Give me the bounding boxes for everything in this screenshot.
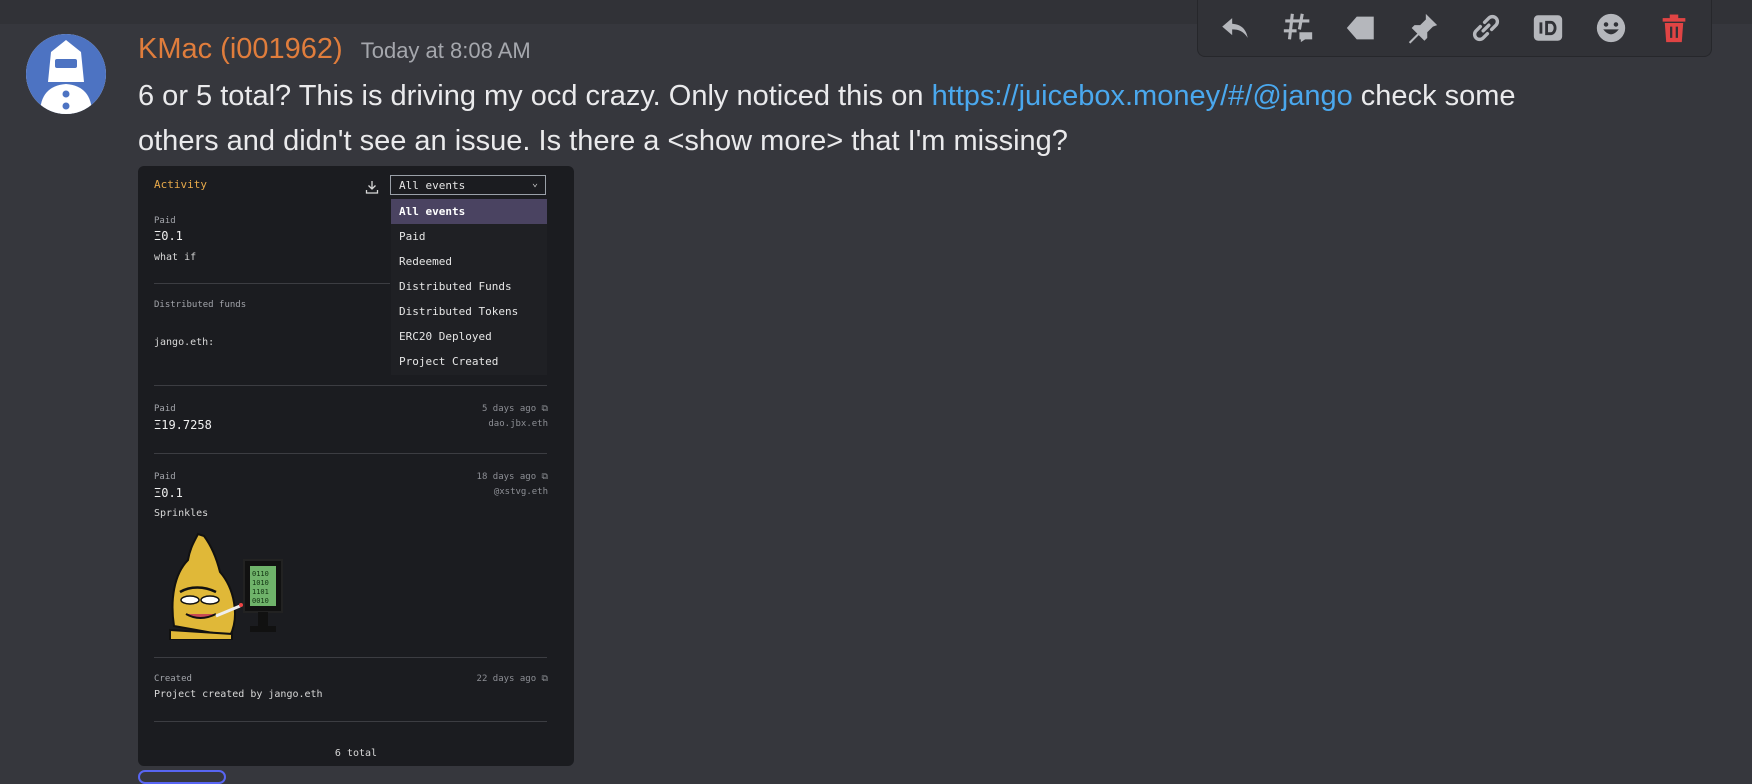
svg-text:1010: 1010 bbox=[252, 579, 269, 587]
message-text-start: 6 or 5 total? This is driving my ocd cra… bbox=[138, 80, 932, 112]
entry-author: dao.jbx.eth bbox=[488, 419, 548, 429]
dropdown-option: Distributed Tokens bbox=[399, 305, 519, 318]
username[interactable]: KMac (i001962) bbox=[138, 33, 343, 66]
event-filter-dropdown: All events Paid Redeemed Distributed Fun… bbox=[391, 199, 547, 375]
copy-id-icon[interactable] bbox=[1526, 6, 1570, 50]
divider bbox=[154, 721, 547, 722]
divider bbox=[154, 283, 390, 284]
entry-label: Paid bbox=[154, 404, 176, 414]
reply-icon[interactable] bbox=[1213, 6, 1257, 50]
copy-link-icon[interactable] bbox=[1464, 6, 1508, 50]
dropdown-option: ERC20 Deployed bbox=[399, 330, 492, 343]
divider bbox=[154, 657, 547, 658]
message-action-toolbar bbox=[1197, 0, 1712, 57]
event-filter-select: All events ⌄ bbox=[390, 175, 546, 195]
total-count: 6 total bbox=[334, 748, 378, 759]
banana-sticker-image: 0110 1010 1101 0010 bbox=[160, 530, 290, 641]
tag-icon[interactable] bbox=[1339, 6, 1383, 50]
delete-icon[interactable] bbox=[1652, 6, 1696, 50]
dropdown-option: Distributed Funds bbox=[399, 280, 512, 293]
dropdown-option: Redeemed bbox=[399, 255, 452, 268]
create-thread-icon[interactable] bbox=[1276, 6, 1320, 50]
entry-time: 5 days ago ⧉ bbox=[481, 404, 548, 414]
entry-label: Paid bbox=[154, 472, 176, 482]
entry-label: Paid bbox=[154, 216, 176, 226]
divider bbox=[154, 385, 547, 386]
entry-author: @xstvg.eth bbox=[493, 487, 548, 497]
entry-label: Created bbox=[154, 674, 192, 684]
dropdown-option: All events bbox=[391, 199, 547, 224]
attached-image[interactable]: Activity All events ⌄ All events Paid Re… bbox=[138, 166, 574, 766]
message-content: 6 or 5 total? This is driving my ocd cra… bbox=[138, 74, 1598, 164]
select-value: All events bbox=[399, 179, 466, 192]
dropdown-option: Project Created bbox=[399, 355, 499, 368]
divider bbox=[154, 453, 547, 454]
entry-note: Sprinkles bbox=[154, 508, 209, 519]
entry-note: Project created by jango.eth bbox=[154, 689, 323, 700]
add-reaction-icon[interactable] bbox=[1589, 6, 1633, 50]
avatar[interactable] bbox=[26, 34, 106, 114]
reaction-button[interactable] bbox=[138, 770, 226, 784]
dropdown-option: Paid bbox=[399, 230, 426, 243]
entry-note: what if bbox=[154, 252, 197, 263]
message-link[interactable]: https://juicebox.money/#/@jango bbox=[932, 80, 1353, 112]
svg-text:1101: 1101 bbox=[252, 588, 269, 596]
timestamp: Today at 8:08 AM bbox=[360, 38, 531, 63]
entry-time: 18 days ago ⧉ bbox=[476, 472, 548, 482]
entry-amount: Ξ0.1 bbox=[154, 229, 183, 243]
chevron-down-icon: ⌄ bbox=[531, 178, 538, 189]
entry-time: 22 days ago ⧉ bbox=[476, 674, 548, 684]
activity-title: Activity bbox=[154, 178, 207, 191]
svg-text:0110: 0110 bbox=[252, 570, 269, 578]
message-header: KMac (i001962) Today at 8:08 AM bbox=[138, 33, 531, 66]
pin-icon[interactable] bbox=[1401, 6, 1445, 50]
entry-note: jango.eth: bbox=[154, 337, 215, 348]
download-icon bbox=[365, 179, 379, 194]
entry-label: Distributed funds bbox=[154, 300, 247, 310]
svg-text:0010: 0010 bbox=[252, 597, 269, 605]
entry-amount: Ξ19.7258 bbox=[154, 418, 212, 432]
entry-amount: Ξ0.1 bbox=[154, 486, 183, 500]
